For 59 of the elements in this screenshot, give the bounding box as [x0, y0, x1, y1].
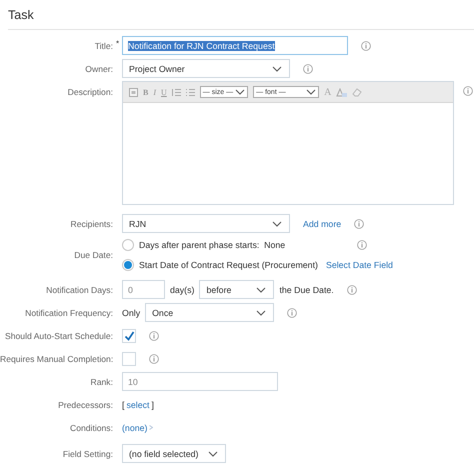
- field-label: Notification Frequency:: [24, 308, 113, 318]
- field-label: Should Auto-Start Schedule:: [4, 330, 113, 340]
- input-field[interactable]: Notification for RJN Contract Request: [122, 36, 348, 55]
- eraser-icon[interactable]: [352, 88, 362, 96]
- info-icon[interactable]: [361, 40, 371, 50]
- input-field[interactable]: 10: [122, 372, 278, 391]
- checkbox[interactable]: [122, 328, 136, 342]
- dropdown[interactable]: RJN: [122, 214, 290, 233]
- field-label: Predecessors:: [57, 400, 113, 410]
- required-mark: *: [116, 39, 120, 48]
- caret-icon: [256, 310, 266, 316]
- unit-label: day(s): [170, 284, 194, 294]
- info-icon[interactable]: [287, 308, 298, 318]
- caret-icon: [235, 89, 246, 95]
- field-label: Field Setting:: [62, 448, 113, 458]
- info-icon[interactable]: [354, 218, 364, 228]
- prefix-label: Only: [122, 308, 140, 318]
- dropdown[interactable]: Project Owner: [122, 59, 290, 78]
- checkmark-icon: [124, 330, 134, 340]
- dropdown[interactable]: Once: [145, 303, 274, 322]
- numbered-list-icon[interactable]: [172, 88, 181, 96]
- info-icon[interactable]: [149, 330, 159, 340]
- add-more-link[interactable]: Add more: [303, 218, 342, 228]
- checkbox[interactable]: [122, 352, 136, 366]
- field-label: Rank:: [90, 376, 113, 386]
- bracket: ]: [151, 400, 154, 410]
- radio-button[interactable]: [122, 239, 134, 251]
- caret-icon: [208, 450, 218, 456]
- suffix-label: the Due Date.: [279, 284, 334, 294]
- page-title: Task: [8, 8, 34, 22]
- field-label: Owner:: [84, 64, 113, 74]
- select-date-link[interactable]: Select Date Field: [326, 260, 393, 270]
- field-label: Requires Manual Completion:: [0, 354, 113, 364]
- dropdown[interactable]: before: [199, 280, 274, 299]
- field-label: Conditions:: [69, 422, 113, 432]
- caret-icon: [272, 66, 282, 72]
- info-icon[interactable]: [346, 284, 357, 294]
- field-label: Title:: [94, 40, 113, 50]
- dropdown[interactable]: (no field selected): [122, 444, 226, 463]
- field-label: Description:: [66, 86, 113, 97]
- field-label: Recipients:: [69, 218, 113, 228]
- info-icon[interactable]: [463, 86, 473, 96]
- radio-label: Start Date of Contract Request (Procurement): [139, 260, 318, 270]
- caret-icon: [306, 89, 316, 95]
- source-icon[interactable]: [129, 88, 138, 96]
- input-field[interactable]: 0: [122, 280, 165, 299]
- conditions-link[interactable]: (none): [122, 422, 148, 432]
- field-label: Due Date:: [73, 250, 113, 260]
- info-icon[interactable]: [357, 240, 368, 250]
- bracket: [: [122, 400, 124, 410]
- caret-icon: [272, 220, 282, 226]
- info-icon[interactable]: [149, 354, 159, 364]
- radio-button[interactable]: [122, 259, 134, 271]
- select-link[interactable]: select: [126, 400, 150, 410]
- field-label: Notification Days:: [45, 284, 113, 294]
- highlight-icon[interactable]: [336, 88, 348, 96]
- radio-label: Days after parent phase starts: None: [139, 240, 286, 250]
- info-icon[interactable]: [303, 64, 313, 74]
- caret-icon: [256, 286, 266, 292]
